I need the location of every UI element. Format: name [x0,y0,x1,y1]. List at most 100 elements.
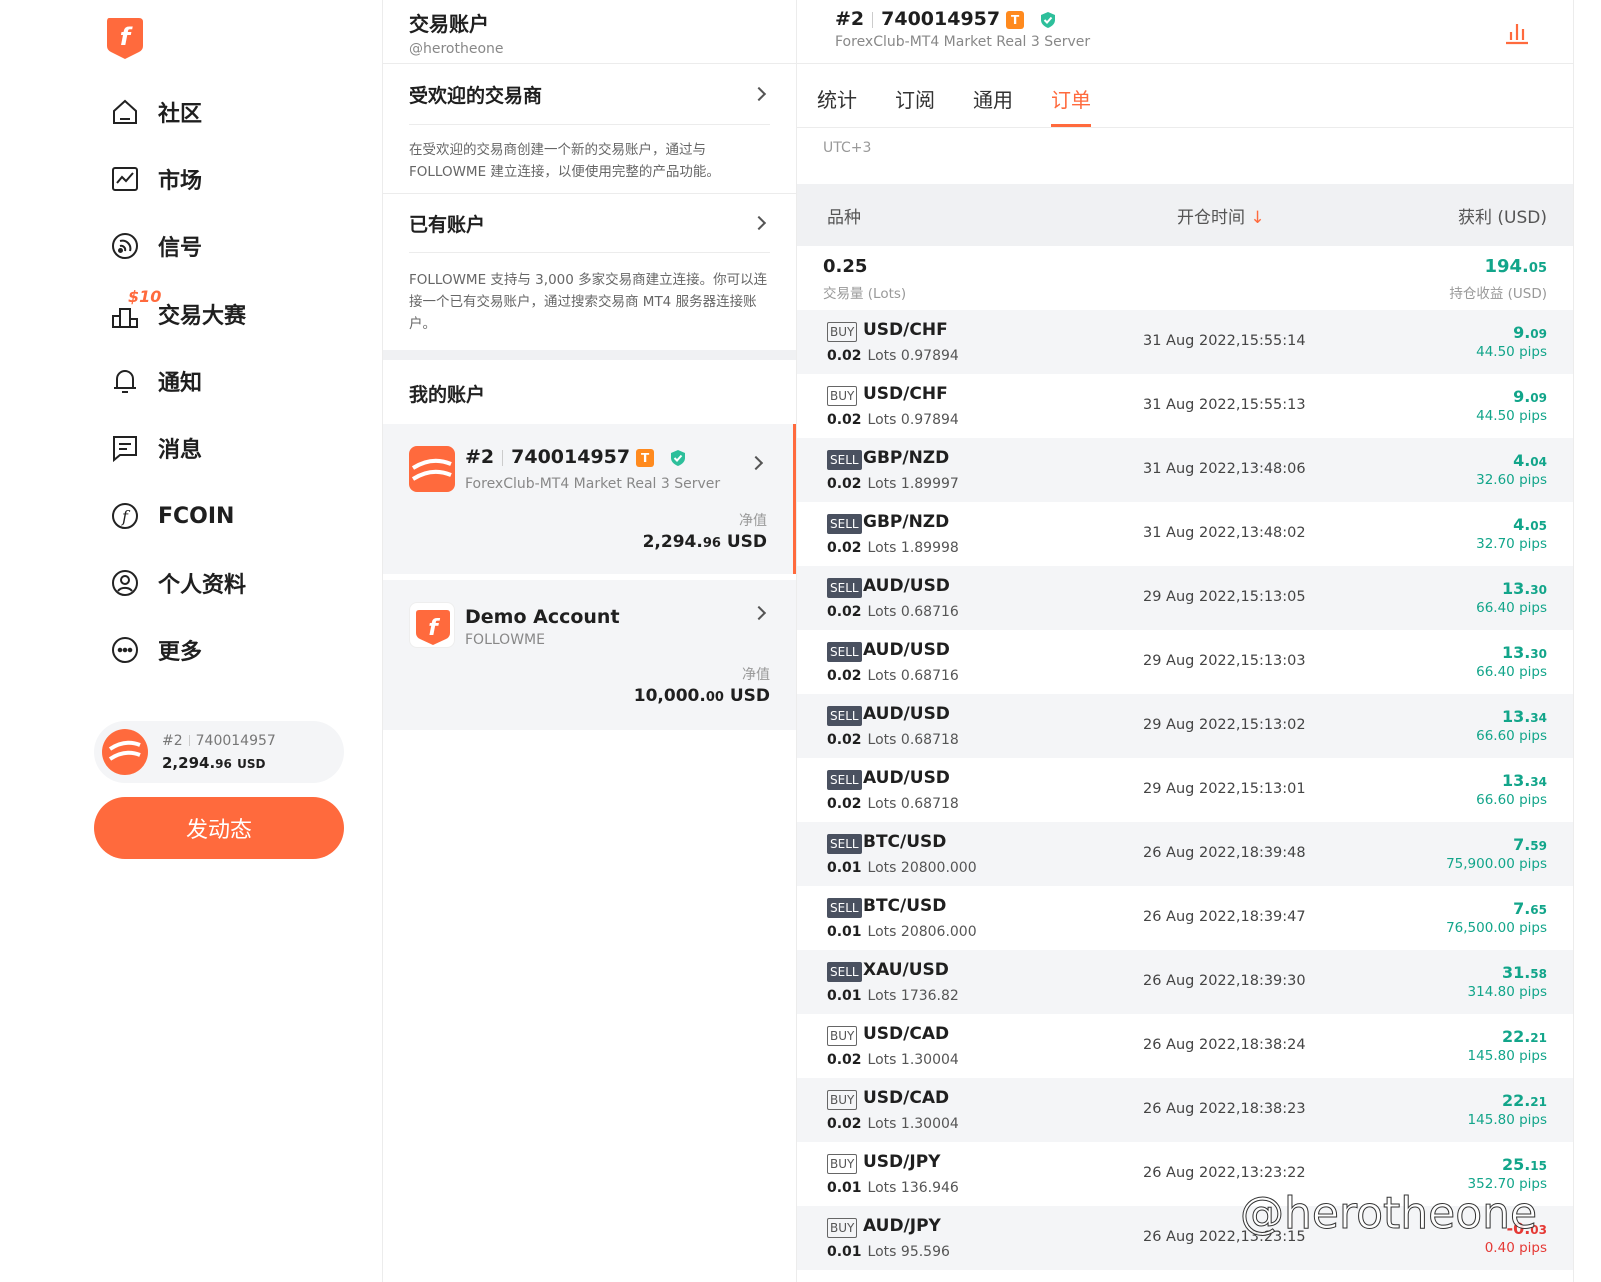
section-title: 我的账户 [409,384,486,406]
order-symbol: XAU/USD [863,960,949,980]
tab-orders[interactable]: 订单 [1051,64,1091,127]
order-symbol: USD/JPY [863,1152,941,1172]
total-profit-decimal: 05 [1528,261,1547,276]
tab-subscriptions[interactable]: 订阅 [895,64,935,127]
account-type-tag: T [1006,10,1025,29]
order-profit-decimal: 21 [1530,1095,1547,1109]
equity-main: 10,000. [633,686,706,706]
total-lots: 0.25 [823,256,868,277]
order-pips: 32.70 pips [1476,536,1547,552]
nav-item-messages[interactable]: 消息 [108,428,202,468]
account-server: ForexClub-MT4 Market Real 3 Server [835,34,1091,50]
total-profit-main: 194. [1484,256,1529,277]
chip-prefix: #2 [162,732,183,749]
order-open-time: 29 Aug 2022,15:13:02 [1143,717,1306,733]
column-symbol: 品种 [827,207,861,228]
order-lots-word: Lots [867,988,897,1004]
order-open-time: 31 Aug 2022,13:48:06 [1143,461,1306,477]
nav-item-fcoin[interactable]: f FCOIN [108,496,234,536]
market-chart-icon [108,162,142,196]
order-row[interactable]: SELL AUD/USD 0.02 Lots 0.68716 29 Aug 2022,1… [797,630,1573,694]
order-lots-word: Lots [867,476,897,492]
account-prefix: #2 [465,446,495,468]
account-card-demo[interactable]: f Demo Account FOLLOWME 净值 10,000.00 USD [383,580,796,730]
order-row[interactable]: BUY USD/CHF 0.02 Lots 0.97894 31 Aug 2022,15… [797,374,1573,438]
nav-item-community[interactable]: 社区 [108,92,202,132]
nav-label: 通知 [158,371,203,396]
order-lots: 0.02 [827,668,862,684]
current-account-chip[interactable]: #2 740014957 2,294.96 USD [94,721,344,783]
order-row[interactable]: SELL BTC/USD 0.01 Lots 20806.000 26 Aug 2022… [797,886,1573,950]
order-row[interactable]: SELL AUD/USD 0.02 Lots 0.68716 29 Aug 2022,1… [797,566,1573,630]
order-open-time: 26 Aug 2022,18:39:47 [1143,909,1306,925]
bar-chart-icon[interactable] [1503,18,1531,46]
total-profit-label: 持仓收益 (USD) [1449,286,1547,302]
order-row[interactable]: SELL GBP/NZD 0.02 Lots 1.89997 31 Aug 2022,1… [797,438,1573,502]
bell-icon [108,364,142,398]
order-side-tag: BUY [827,1026,858,1046]
order-row[interactable]: SELL XAU/USD 0.01 Lots 1736.82 26 Aug 2022,1… [797,950,1573,1014]
order-row[interactable]: BUY USD/CHF 0.02 Lots 0.97894 31 Aug 2022,15… [797,310,1573,374]
order-profit-decimal: 58 [1530,967,1547,981]
order-row[interactable]: SELL GBP/NZD 0.02 Lots 1.89998 31 Aug 2022,1… [797,502,1573,566]
order-pips: 76,500.00 pips [1446,920,1547,936]
panel-header: 交易账户 @herotheone [383,0,796,64]
post-update-button[interactable]: 发动态 [94,797,344,859]
fcoin-icon: f [108,499,142,533]
account-server: FOLLOWME [465,632,545,648]
tab-general[interactable]: 通用 [973,64,1013,127]
order-price: 0.68716 [900,668,959,684]
nav-label: 交易大赛 [158,304,247,329]
order-lots: 0.02 [827,604,862,620]
order-price: 95.596 [900,1244,950,1260]
nav-item-notifications[interactable]: 通知 [108,361,202,401]
equity-currency: USD [729,686,770,706]
order-pips: 44.50 pips [1476,344,1547,360]
order-lots-word: Lots [867,1052,897,1068]
order-row[interactable]: SELL AUD/USD 0.02 Lots 0.68718 29 Aug 2022,1… [797,694,1573,758]
tab-stats[interactable]: 统计 [817,64,857,127]
nav-item-contest[interactable]: $10 交易大赛 [108,287,247,334]
order-row[interactable]: SELL AUD/USD 0.02 Lots 0.68718 29 Aug 2022,1… [797,758,1573,822]
account-card-forexclub[interactable]: #2 740014957 T ForexClub-MT4 Market Real 3… [383,424,796,574]
order-lots: 0.02 [827,412,862,428]
order-profit-main: 9. [1513,387,1531,406]
order-side-tag: SELL [827,450,862,470]
order-open-time: 26 Aug 2022,18:38:24 [1143,1037,1306,1053]
order-profit-main: 13. [1501,579,1531,598]
followme-logo[interactable]: f [105,14,145,60]
order-lots: 0.02 [827,540,862,556]
existing-account-row[interactable]: 已有账户 [383,194,796,252]
order-price: 20806.000 [900,924,977,940]
popular-broker-row[interactable]: 受欢迎的交易商 [383,64,796,124]
order-row[interactable]: BUY USD/CAD 0.02 Lots 1.30004 26 Aug 2022,18… [797,1078,1573,1142]
nav-item-profile[interactable]: 个人资料 [108,563,246,603]
home-icon [108,95,142,129]
sort-arrow-icon: ↓ [1250,207,1265,228]
order-pips: 66.40 pips [1476,600,1547,616]
order-pips: 145.80 pips [1467,1048,1547,1064]
equity-decimal: 00 [705,690,724,705]
column-open-time[interactable]: 开仓时间 ↓ [1127,203,1458,228]
demo-account-name: Demo Account [465,606,620,628]
order-profit-decimal: 04 [1530,455,1547,469]
forexclub-logo-icon [102,729,148,775]
verified-shield-icon [670,449,685,466]
order-price: 0.68718 [900,796,959,812]
order-profit-decimal: 30 [1530,647,1547,661]
section-description: 在受欢迎的交易商创建一个新的交易账户，通过与 FOLLOWME 建立连接，以便使… [409,142,720,180]
order-side-tag: SELL [827,578,862,598]
page-title: 交易账户 [409,12,489,36]
order-row[interactable]: BUY USD/CAD 0.02 Lots 1.30004 26 Aug 2022,18… [797,1014,1573,1078]
order-open-time: 29 Aug 2022,15:13:01 [1143,781,1306,797]
order-lots-word: Lots [867,924,897,940]
order-lots-word: Lots [867,412,897,428]
order-row[interactable]: SELL BTC/USD 0.01 Lots 20800.000 26 Aug 2022… [797,822,1573,886]
user-handle: @herotheone [409,41,504,57]
order-open-time: 26 Aug 2022,13:23:22 [1143,1165,1306,1181]
order-profit-main: 7. [1513,899,1531,918]
nav-item-signal[interactable]: 信号 [108,226,202,266]
nav-item-market[interactable]: 市场 [108,159,202,199]
nav-item-more[interactable]: 更多 [108,630,202,670]
order-lots-word: Lots [867,1244,897,1260]
